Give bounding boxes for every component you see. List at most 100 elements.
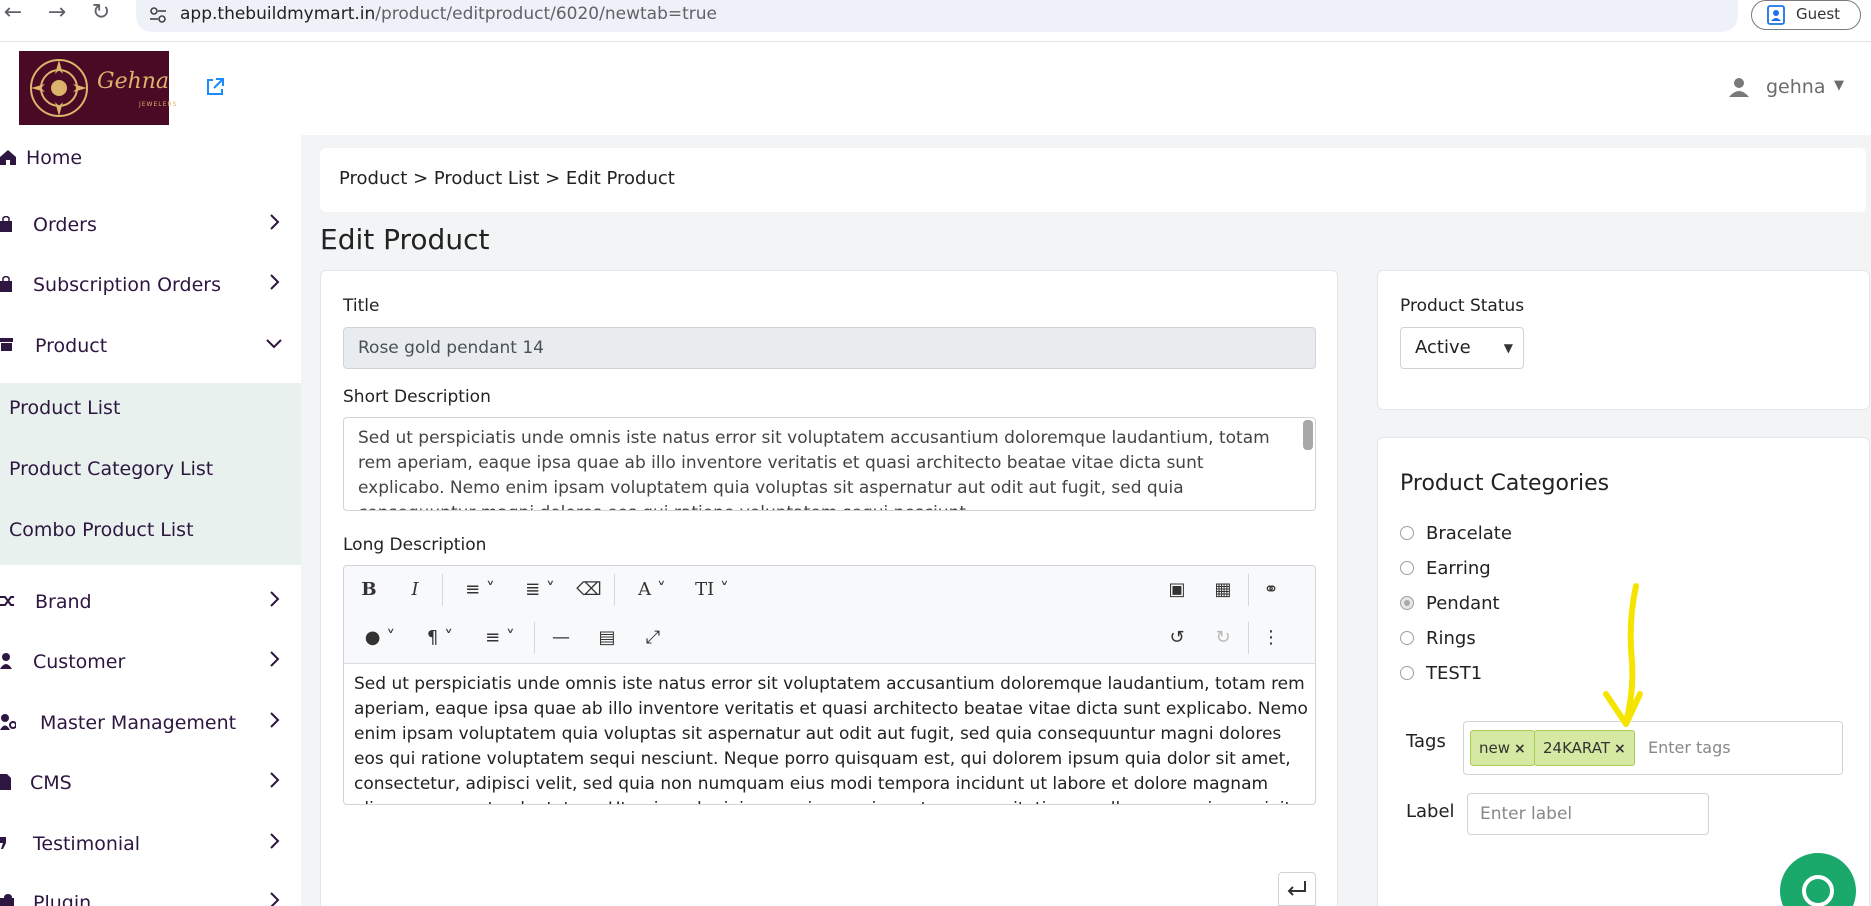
chevron-right-icon [270, 214, 280, 230]
address-bar[interactable]: app.thebuildmymart.in/product/editproduc… [136, 0, 1738, 32]
product-status-label: Product Status [1400, 296, 1525, 316]
remove-tag-icon[interactable]: × [1514, 741, 1526, 757]
sidebar-item-home[interactable]: Home [0, 135, 301, 185]
link-icon[interactable]: ⚭ [1258, 576, 1284, 604]
reload-icon[interactable]: ↻ [88, 2, 114, 28]
chevron-down-icon: ▼ [1503, 341, 1513, 355]
tags-text-input[interactable]: Enter tags [1648, 738, 1731, 757]
chat-icon [1802, 875, 1834, 906]
tag-chip-new[interactable]: new × [1470, 730, 1535, 766]
radio-button[interactable] [1400, 561, 1414, 575]
sidebar-item-orders[interactable]: Orders [0, 202, 301, 252]
main-content: Product > Product List > Edit Product Ed… [301, 135, 1871, 906]
site-settings-icon[interactable] [148, 5, 168, 25]
chevron-right-icon [270, 892, 280, 906]
chevron-right-icon [270, 712, 280, 728]
browser-toolbar: ← → ↻ app.thebuildmymart.in/product/edit… [0, 0, 1871, 42]
product-details-card: Title Rose gold pendant 14 Short Descrip… [320, 270, 1338, 906]
eraser-icon[interactable]: ⌫ [576, 576, 602, 604]
tags-field-label: Tags [1406, 731, 1446, 752]
radio-button[interactable] [1400, 631, 1414, 645]
product-submenu: Product List Product Category List Combo… [0, 383, 301, 565]
chevron-right-icon [270, 274, 280, 290]
short-description-textarea[interactable]: Sed ut perspiciatis unde omnis iste natu… [343, 417, 1316, 511]
title-label: Title [343, 296, 380, 316]
user-icon [1729, 78, 1749, 97]
format-painter-icon[interactable]: ▤ [594, 624, 620, 652]
sidebar-item-brand[interactable]: Brand [0, 579, 301, 629]
label-input[interactable]: Enter label [1467, 793, 1709, 835]
sidebar-item-product-category-list[interactable]: Product Category List [9, 458, 213, 480]
editor-toolbar: B I ≡ ˅ ≣ ˅ ⌫ A ˅ TI ˅ ▣ ▦ ⚭ ● ˅ ¶ ˅ ≡ ˅… [344, 566, 1315, 664]
sidebar-item-subscription-orders[interactable]: Subscription Orders [0, 262, 301, 312]
label-field-caption: Label [1406, 801, 1455, 822]
product-categories-title: Product Categories [1400, 471, 1610, 496]
editor-content[interactable]: Sed ut perspiciatis unde omnis iste natu… [354, 672, 1309, 804]
bold-icon[interactable]: B [356, 576, 382, 604]
external-link-icon[interactable] [204, 76, 226, 98]
sidebar: Home Orders Subscription Orders Product … [0, 135, 301, 906]
remove-tag-icon[interactable]: × [1614, 741, 1626, 757]
file-icon [0, 774, 11, 790]
short-description-label: Short Description [343, 387, 491, 407]
url-text: app.thebuildmymart.in/product/editproduc… [180, 4, 717, 24]
rich-text-editor: B I ≡ ˅ ≣ ˅ ⌫ A ˅ TI ˅ ▣ ▦ ⚭ ● ˅ ¶ ˅ ≡ ˅… [343, 565, 1316, 805]
user-icon [0, 653, 12, 669]
long-description-label: Long Description [343, 535, 487, 555]
undo-icon[interactable]: ↺ [1164, 624, 1190, 652]
guest-profile-button[interactable]: Guest [1751, 0, 1861, 30]
chevron-right-icon [270, 651, 280, 667]
title-input[interactable]: Rose gold pendant 14 [343, 327, 1316, 369]
chevron-down-icon: ▼ [1834, 78, 1844, 93]
radio-button[interactable] [1400, 526, 1414, 540]
sidebar-item-product[interactable]: Product [0, 323, 301, 373]
quote-icon [0, 837, 6, 849]
return-arrow-icon [1287, 881, 1306, 896]
color-drop-icon[interactable]: ● ˅ [356, 624, 404, 652]
forward-icon[interactable]: → [44, 2, 70, 28]
shopping-bag-icon [0, 276, 12, 292]
breadcrumb: Product > Product List > Edit Product [339, 168, 675, 189]
brand-logo[interactable]: Gehna JEWELERS [19, 51, 176, 125]
radio-button-checked[interactable] [1400, 596, 1414, 610]
sidebar-item-testimonial[interactable]: Testimonial [0, 821, 301, 871]
shuffle-icon [0, 596, 14, 606]
mandala-logo-icon [30, 59, 88, 117]
chevron-right-icon [270, 591, 280, 607]
chat-widget-button[interactable] [1780, 853, 1856, 906]
chevron-right-icon [270, 772, 280, 788]
sidebar-item-customer[interactable]: Customer [0, 639, 301, 689]
redo-icon[interactable]: ↻ [1210, 624, 1236, 652]
align-icon[interactable]: ≡ ˅ [476, 624, 524, 652]
horizontal-rule-icon[interactable]: — [548, 624, 574, 652]
italic-icon[interactable]: I [402, 576, 428, 604]
chevron-right-icon [270, 833, 280, 849]
sidebar-item-cms[interactable]: CMS [0, 760, 301, 810]
product-status-select[interactable]: Active ▼ [1400, 327, 1524, 369]
back-icon[interactable]: ← [0, 2, 26, 28]
puzzle-icon [0, 894, 14, 906]
numbered-list-icon[interactable]: ≣ ˅ [516, 576, 564, 604]
radio-button[interactable] [1400, 666, 1414, 680]
sidebar-item-master-management[interactable]: Master Management [0, 700, 301, 750]
scrollbar[interactable] [1303, 420, 1313, 450]
profile-icon [1767, 5, 1785, 25]
font-size-icon[interactable]: A ˅ [628, 576, 676, 604]
user-gear-icon [0, 714, 16, 730]
sidebar-item-combo-product-list[interactable]: Combo Product List [9, 519, 194, 541]
more-options-icon[interactable]: ⋮ [1258, 624, 1284, 652]
bullet-list-icon[interactable]: ≡ ˅ [456, 576, 504, 604]
enter-icon[interactable] [1278, 872, 1316, 906]
text-height-icon[interactable]: TI ˅ [688, 576, 736, 604]
image-icon[interactable]: ▣ [1164, 576, 1190, 604]
annotation-arrow-icon [1603, 583, 1643, 727]
sidebar-item-product-list[interactable]: Product List [9, 397, 120, 419]
fullscreen-icon[interactable]: ⤢ [640, 624, 666, 652]
tag-chip-24karat[interactable]: 24KARAT × [1534, 730, 1635, 766]
chevron-down-icon [266, 339, 282, 349]
table-icon[interactable]: ▦ [1210, 576, 1236, 604]
sidebar-item-plugin[interactable]: Plugin [0, 880, 301, 906]
tags-field[interactable]: new × 24KARAT × Enter tags [1463, 721, 1843, 775]
home-icon [0, 150, 16, 165]
paragraph-icon[interactable]: ¶ ˅ [416, 624, 464, 652]
